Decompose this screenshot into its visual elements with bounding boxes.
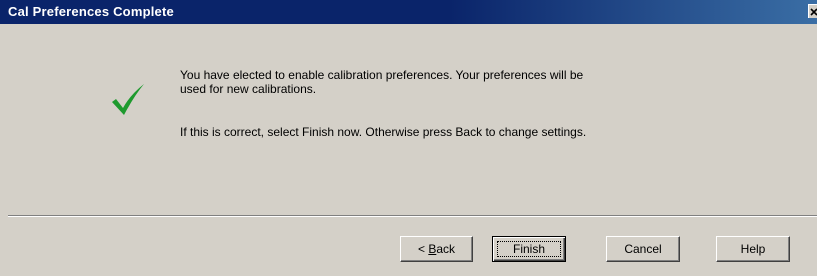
check-icon	[112, 84, 144, 115]
back-button-rest: ack	[436, 242, 456, 256]
cancel-button-label: Cancel	[624, 242, 662, 256]
wizard-dialog: Cal Preferences Complete You have electe…	[0, 0, 817, 276]
help-button-label: Help	[740, 242, 766, 256]
close-button[interactable]	[808, 4, 817, 18]
help-button[interactable]: Help	[716, 236, 790, 262]
message-line-3: If this is correct, select Finish now. O…	[180, 125, 587, 139]
window-title: Cal Preferences Complete	[8, 4, 174, 19]
separator	[8, 215, 817, 217]
close-icon	[810, 8, 817, 16]
finish-button[interactable]: Finish	[492, 236, 566, 262]
finish-button-label: Finish	[512, 242, 545, 256]
message-line-1: You have elected to enable calibration p…	[180, 68, 584, 82]
title-bar[interactable]: Cal Preferences Complete	[0, 0, 817, 24]
cancel-button[interactable]: Cancel	[606, 236, 680, 262]
message-line-2: used for new calibrations.	[180, 82, 317, 96]
wizard-content: You have elected to enable calibration p…	[0, 24, 817, 216]
back-button[interactable]: < Back	[400, 236, 473, 262]
back-button-prefix: <	[417, 242, 429, 256]
